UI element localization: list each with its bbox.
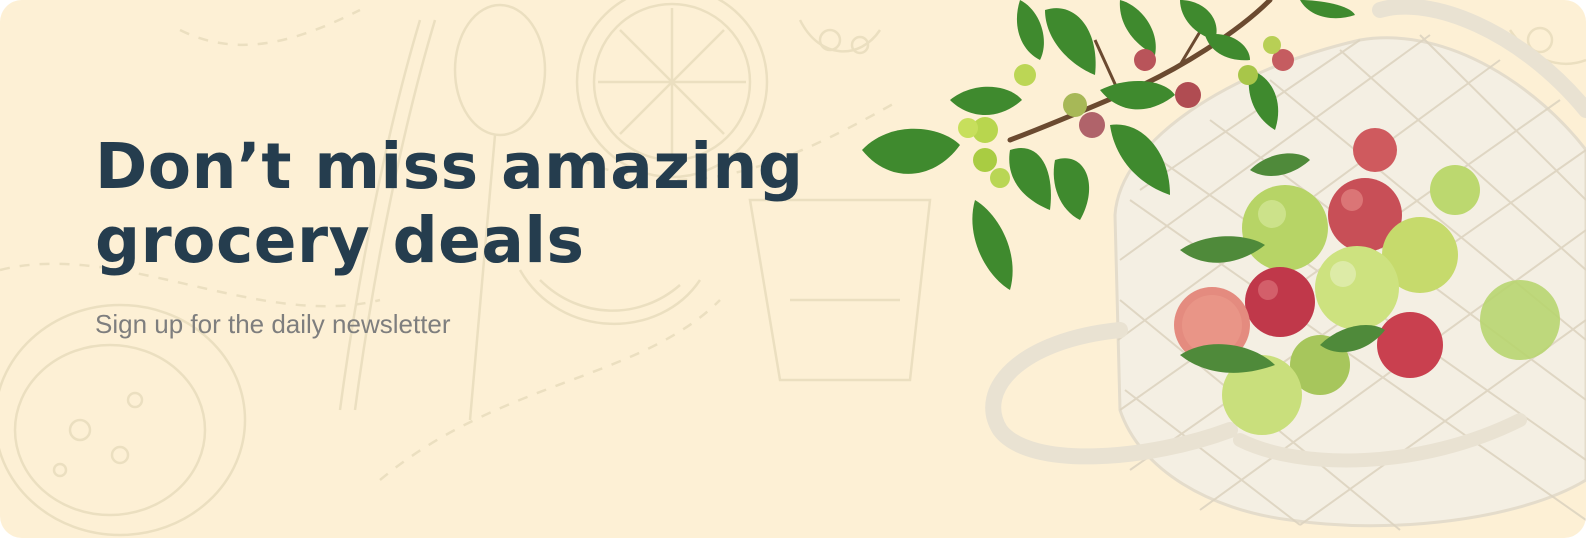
hero-image	[862, 0, 1586, 531]
page-title: Don’t miss amazing grocery deals	[95, 130, 804, 278]
newsletter-subtitle: Sign up for the daily newsletter	[95, 309, 451, 339]
newsletter-banner: Don’t miss amazing grocery deals Sign up…	[0, 0, 1586, 538]
